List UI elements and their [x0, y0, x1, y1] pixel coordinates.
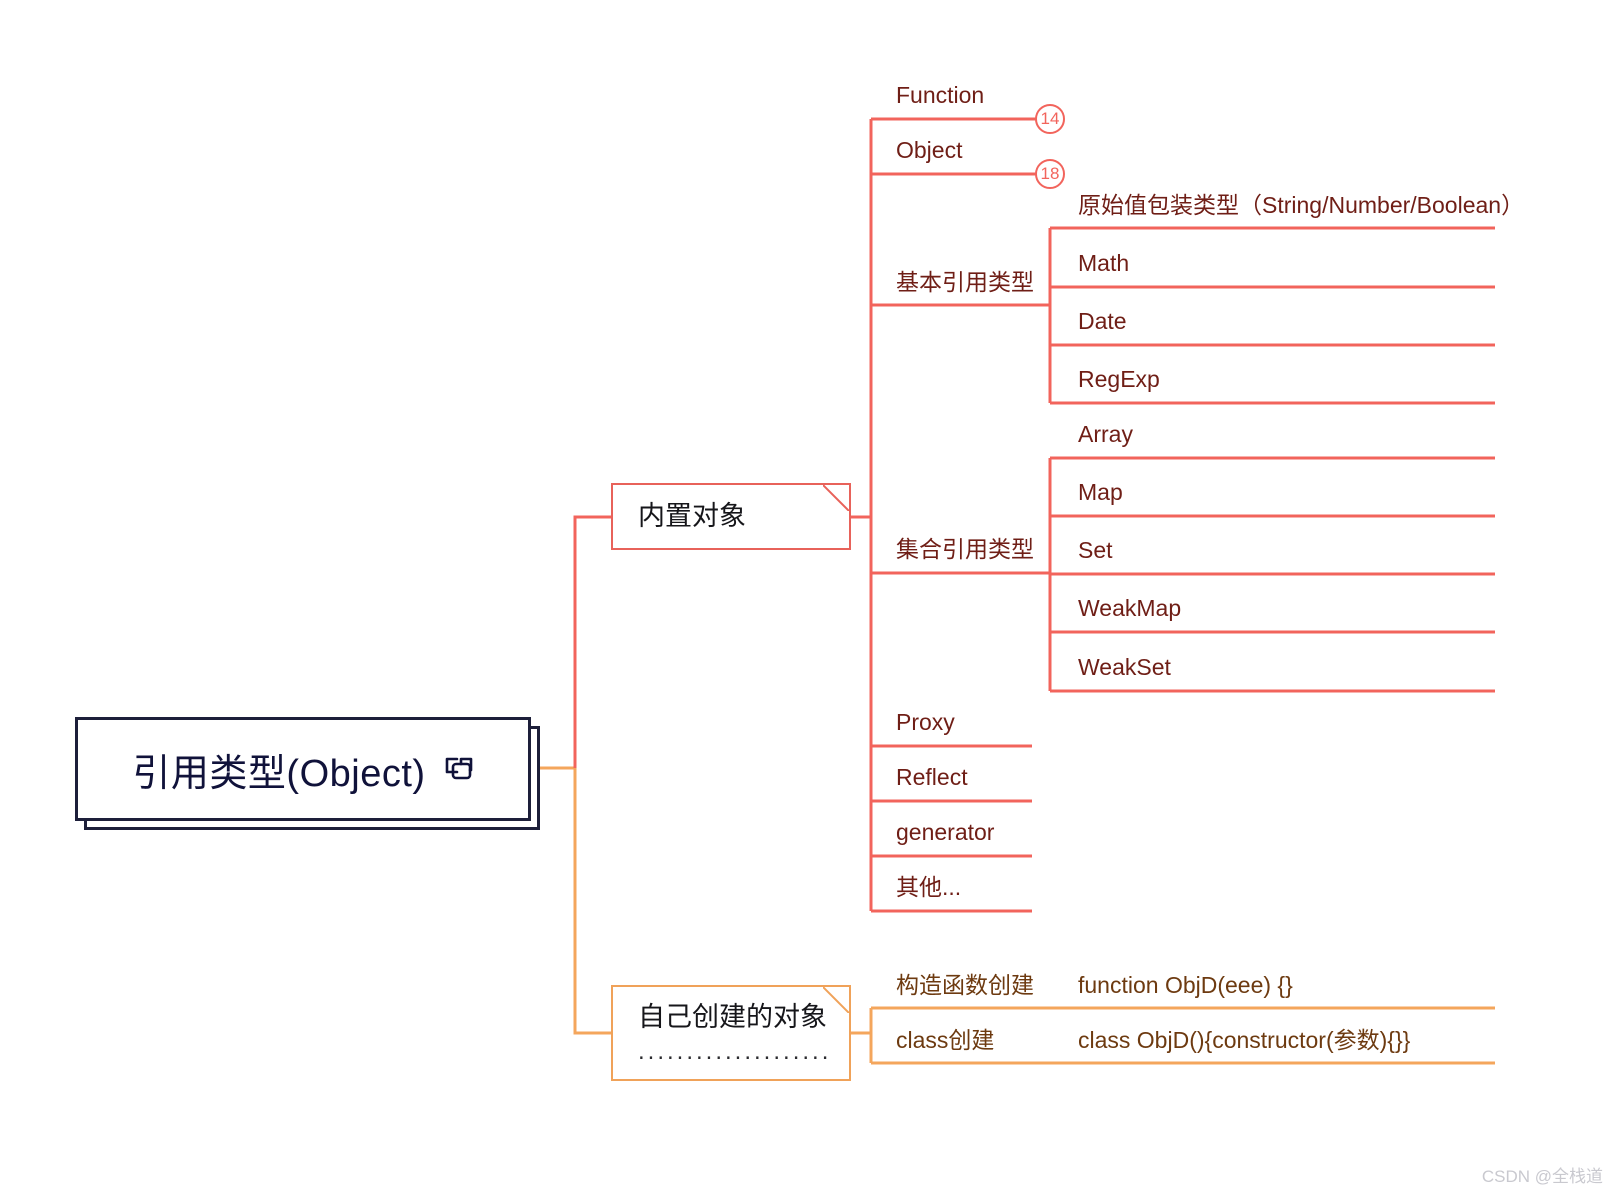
copy-icon: [444, 755, 474, 783]
leaf-date[interactable]: Date: [1078, 310, 1127, 333]
leaf-basic-reference-types[interactable]: 基本引用类型: [896, 271, 1034, 294]
badge-count-object[interactable]: 18: [1035, 159, 1065, 189]
leaf-proxy[interactable]: Proxy: [896, 711, 955, 734]
leaf-object[interactable]: Object: [896, 139, 962, 162]
watermark: CSDN @全栈道: [1481, 1167, 1603, 1186]
leaf-map[interactable]: Map: [1078, 481, 1123, 504]
leaf-reflect[interactable]: Reflect: [896, 766, 968, 789]
root-node[interactable]: 引用类型(Object): [75, 717, 531, 821]
leaf-array[interactable]: Array: [1078, 423, 1133, 446]
folded-corner-icon: [823, 485, 849, 511]
node-custom-objects-label: 自己创建的对象: [638, 1002, 827, 1032]
root-node-label: 引用类型(Object): [132, 752, 426, 795]
leaf-function[interactable]: Function: [896, 84, 984, 107]
node-builtin-objects-label: 内置对象: [638, 500, 746, 531]
leaf-generator[interactable]: generator: [896, 821, 994, 844]
badge-count-function[interactable]: 14: [1035, 104, 1065, 134]
node-custom-objects-sublabel: ....................: [638, 1037, 832, 1065]
leaf-math[interactable]: Math: [1078, 252, 1129, 275]
leaf-set[interactable]: Set: [1078, 539, 1113, 562]
node-custom-objects[interactable]: 自己创建的对象 ....................: [611, 985, 851, 1081]
leaf-others[interactable]: 其他...: [896, 876, 961, 899]
leaf-constructor-creation[interactable]: 构造函数创建: [896, 974, 1034, 997]
leaf-class-creation[interactable]: class创建: [896, 1029, 994, 1052]
leaf-collection-reference-types[interactable]: 集合引用类型: [896, 538, 1034, 561]
leaf-weakmap[interactable]: WeakMap: [1078, 597, 1181, 620]
leaf-weakset[interactable]: WeakSet: [1078, 656, 1171, 679]
node-builtin-objects[interactable]: 内置对象: [611, 483, 851, 550]
leaf-primitive-wrapper-types[interactable]: 原始值包装类型（String/Number/Boolean）: [1078, 194, 1524, 217]
leaf-regexp[interactable]: RegExp: [1078, 368, 1160, 391]
leaf-class-creation-detail[interactable]: class ObjD(){constructor(参数){}}: [1078, 1029, 1410, 1052]
mindmap-canvas: 引用类型(Object) 内置对象 自己创建的对象 ..............…: [0, 0, 1621, 1197]
leaf-constructor-creation-detail[interactable]: function ObjD(eee) {}: [1078, 974, 1293, 997]
folded-corner-icon: [823, 987, 849, 1013]
